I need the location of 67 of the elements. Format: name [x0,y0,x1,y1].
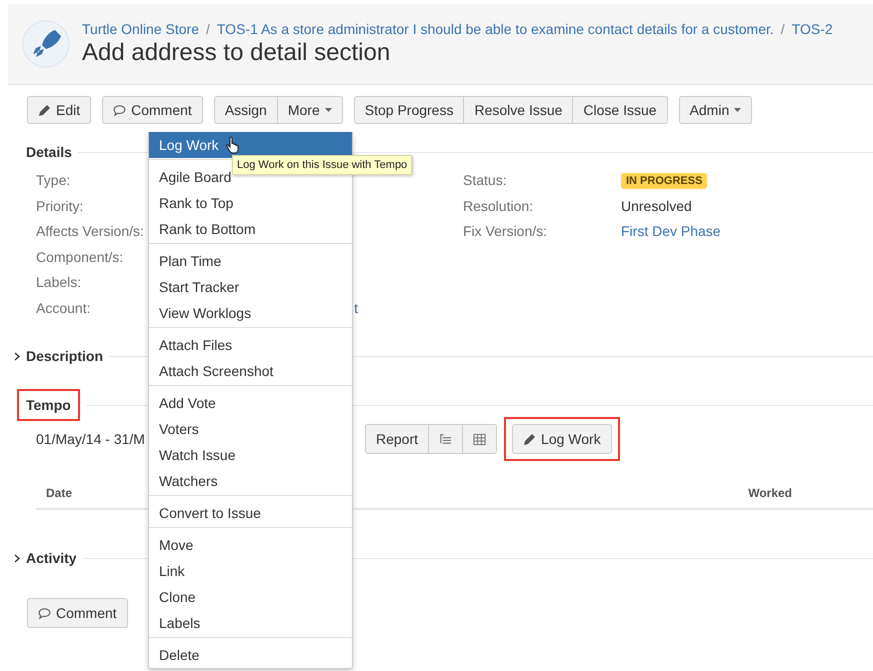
view-button[interactable] [463,424,498,454]
menu-item[interactable]: Log Work [149,132,352,158]
report-button[interactable]: Report [365,424,430,454]
field-label: Priority: [36,196,84,216]
field-link[interactable]: First Dev Phase [621,219,873,244]
caret-icon [324,108,332,112]
field-label: Resolution: [463,196,534,216]
comment-button[interactable]: Comment [27,598,128,628]
breadcrumb-link[interactable]: TOS-2 [792,21,833,37]
caret-icon [734,108,742,112]
breadcrumb-link[interactable]: Turtle Online Store [82,21,199,37]
rocket-logo-icon [22,20,70,68]
menu-item[interactable]: Attach Files [149,332,352,358]
hand-cursor-icon [224,136,241,154]
issue-title: Add address to detail section [82,39,392,67]
section-heading: Details [26,144,72,160]
speech-bubble-icon [113,104,126,116]
menu-item[interactable]: Attach Screenshot [149,358,352,384]
menu-item[interactable]: Clone [149,584,352,610]
status-lozenge: IN PROGRESS [621,172,708,189]
field-label: Component/s: [36,248,124,267]
menu-item[interactable]: Labels [149,610,352,636]
toolbar-button[interactable]: Stop Progress [354,96,464,124]
menu-item[interactable]: Voters [149,416,352,442]
menu-item[interactable]: View Worklogs [149,300,352,326]
section-heading: Activity [26,550,77,566]
view-button[interactable] [429,424,464,454]
menu-item[interactable]: Plan Time [149,248,352,274]
grid-icon [473,432,486,446]
menu-item[interactable]: Rank to Top [149,190,352,216]
menu-item[interactable]: Watchers [149,468,352,494]
pencil-icon [38,104,51,116]
speech-bubble-icon [38,606,51,620]
field-label: Type: [36,171,72,190]
menu-item[interactable]: Convert to Issue [149,500,352,526]
toolbar-button[interactable]: Admin [678,96,752,124]
menu-item[interactable]: Delete [149,642,352,668]
section-heading: Tempo [26,397,71,413]
menu-item[interactable]: Watch Issue [149,442,352,468]
date-range: 01/May/14 - 31/M [36,431,146,447]
menu-item[interactable]: Move [149,532,352,558]
log-work-button[interactable]: Log Work [512,424,612,454]
tooltip: Log Work on this Issue with Tempo [232,155,412,175]
breadcrumb-separator: / [780,21,785,37]
toolbar-button[interactable]: Resolve Issue [464,96,574,124]
toolbar-button[interactable]: Assign [214,96,278,124]
menu-item[interactable]: Start Tracker [149,274,352,300]
menu-item[interactable]: Link [149,558,352,584]
field-label: Fix Version/s: [463,222,548,241]
toolbar-button[interactable]: More [278,96,343,124]
field-label: Account: [36,298,92,318]
field-label: Status: [463,171,508,190]
toolbar-button[interactable]: Comment [102,96,203,124]
list-icon [439,432,452,446]
field-label: Affects Version/s: [36,222,145,241]
section-heading: Description [26,348,104,364]
menu-item[interactable]: Rank to Bottom [149,216,352,242]
breadcrumb-separator: / [206,21,210,37]
toolbar-button[interactable]: Close Issue [573,96,668,124]
breadcrumb-link[interactable]: TOS-1 As a store administrator I should be able to examine contact details for a customer. [216,21,774,37]
menu-item[interactable]: Add Vote [149,390,352,416]
column-header: Worked [748,486,792,500]
field-label: Labels: [36,273,82,292]
toolbar-button[interactable]: Edit [27,96,92,124]
field-value: Unresolved [621,196,693,216]
pencil-icon [523,432,536,446]
column-header: Date [46,486,72,500]
